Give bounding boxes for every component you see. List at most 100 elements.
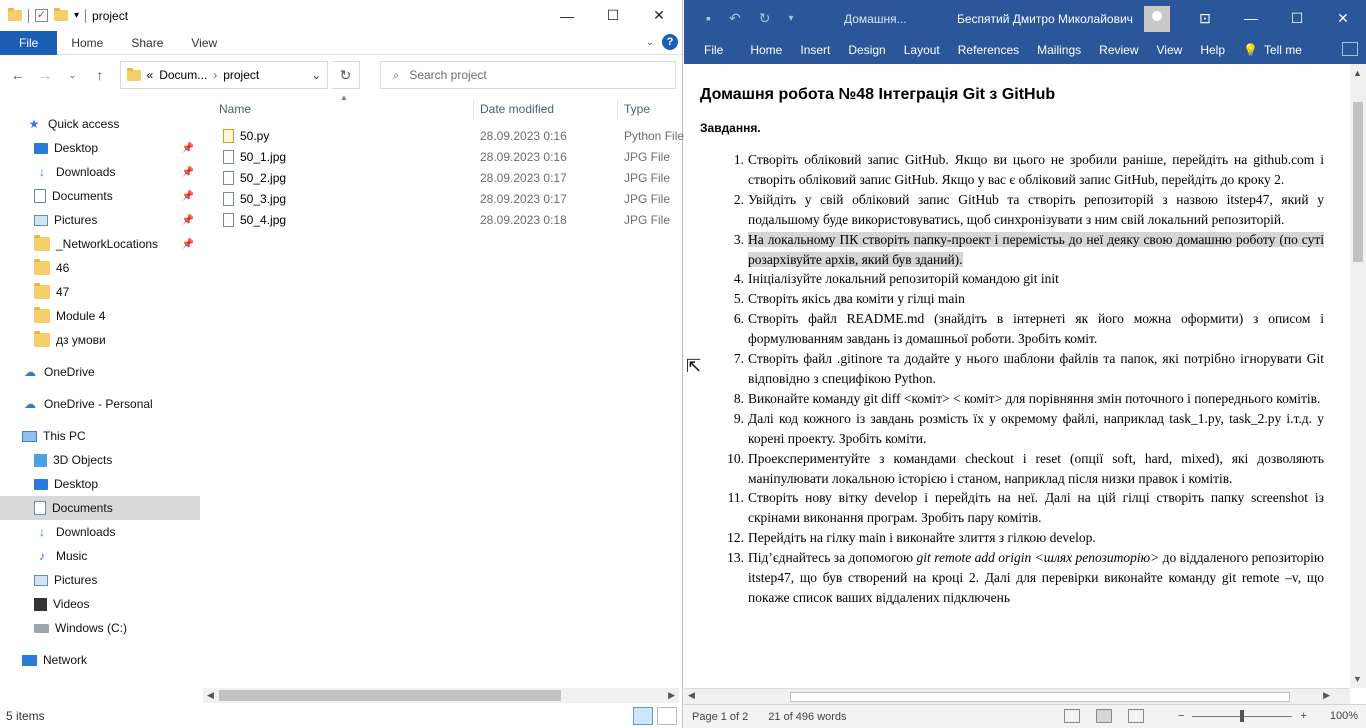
nav-item[interactable]: дз умови [0, 328, 200, 352]
scroll-thumb[interactable] [790, 692, 1290, 702]
customize-toolbar-icon[interactable]: ▾ [74, 10, 79, 21]
nav-item[interactable]: ↓ Downloads 📌 [0, 160, 200, 184]
close-button[interactable]: ✕ [636, 0, 682, 31]
file-row[interactable]: 50_1.jpg 28.09.2023 0:16 JPG File [203, 146, 683, 167]
nav-item[interactable]: ♪ Music [0, 544, 200, 568]
help-icon[interactable]: ? [662, 34, 678, 50]
minimize-button[interactable]: — [1228, 0, 1274, 36]
maximize-button[interactable]: ☐ [590, 0, 636, 31]
avatar[interactable] [1144, 6, 1170, 32]
column-divider[interactable] [617, 100, 618, 120]
zoom-in-button[interactable]: + [1300, 710, 1306, 722]
save-icon[interactable]: ▪ [706, 10, 711, 26]
tab-home[interactable]: Home [741, 43, 791, 57]
customize-qat-icon[interactable]: ▾ [788, 13, 793, 24]
column-type[interactable]: Type [624, 102, 650, 116]
properties-icon[interactable]: ✓ [35, 9, 48, 22]
tab-view[interactable]: View [177, 31, 231, 55]
tab-references[interactable]: References [949, 43, 1028, 57]
details-view-button[interactable] [633, 707, 653, 725]
nav-item[interactable]: ↓ Downloads [0, 520, 200, 544]
scroll-right-icon[interactable]: ▶ [1323, 690, 1330, 701]
nav-item[interactable]: Network [0, 648, 200, 672]
undo-icon[interactable]: ↶ [729, 10, 741, 27]
address-overflow[interactable]: « [147, 68, 154, 82]
file-row[interactable]: 50_3.jpg 28.09.2023 0:17 JPG File [203, 188, 683, 209]
nav-item[interactable]: 47 [0, 280, 200, 304]
nav-item[interactable]: Documents [0, 496, 200, 520]
nav-item[interactable]: 3D Objects [0, 448, 200, 472]
scroll-right-icon[interactable]: ▶ [668, 688, 675, 703]
tab-file[interactable]: File [684, 43, 741, 57]
large-icons-view-button[interactable] [657, 707, 677, 725]
tab-insert[interactable]: Insert [791, 43, 839, 57]
chevron-down-icon[interactable]: ⌄ [311, 68, 321, 82]
nav-item[interactable]: Pictures [0, 568, 200, 592]
nav-item[interactable]: Documents 📌 [0, 184, 200, 208]
tab-share[interactable]: Share [117, 31, 177, 55]
nav-item[interactable]: This PC [0, 424, 200, 448]
scroll-thumb[interactable] [1353, 102, 1363, 262]
web-layout-button[interactable] [1128, 709, 1144, 723]
nav-item[interactable]: _NetworkLocations 📌 [0, 232, 200, 256]
new-folder-icon[interactable] [54, 8, 68, 21]
breadcrumb-documents[interactable]: Docum... [159, 68, 207, 82]
maximize-button[interactable]: ☐ [1274, 0, 1320, 36]
breadcrumb-project[interactable]: project [223, 68, 259, 82]
nav-item[interactable]: ☁ OneDrive - Personal [0, 392, 200, 416]
horizontal-scrollbar[interactable]: ◀ ▶ [684, 688, 1350, 704]
refresh-button[interactable]: ↻ [332, 61, 360, 89]
tab-view[interactable]: View [1148, 43, 1192, 57]
nav-item[interactable]: ☁ OneDrive [0, 360, 200, 384]
nav-item[interactable]: Windows (C:) [0, 616, 200, 640]
tab-help[interactable]: Help [1191, 43, 1234, 57]
minimize-button[interactable]: — [544, 0, 590, 31]
scroll-left-icon[interactable]: ◀ [688, 690, 695, 701]
zoom-level[interactable]: 100% [1330, 710, 1358, 722]
file-row[interactable]: 50_2.jpg 28.09.2023 0:17 JPG File [203, 167, 683, 188]
word-count[interactable]: 21 of 496 words [768, 711, 846, 723]
page-count[interactable]: Page 1 of 2 [692, 711, 748, 723]
zoom-slider[interactable] [1192, 709, 1293, 722]
horizontal-scrollbar[interactable]: ◀ ▶ [203, 688, 679, 703]
read-mode-button[interactable] [1064, 709, 1080, 723]
file-row[interactable]: 50.py 28.09.2023 0:16 Python File [203, 125, 684, 146]
column-name[interactable]: Name [219, 102, 251, 116]
scroll-left-icon[interactable]: ◀ [207, 688, 214, 703]
nav-item[interactable]: Desktop 📌 [0, 136, 200, 160]
document-page[interactable]: Домашня робота №48 Інтеграція Git з GitH… [684, 64, 1350, 688]
address-bar[interactable]: « Docum... › project ⌄ [119, 61, 329, 89]
recent-locations-icon[interactable]: ⌄ [61, 63, 84, 87]
tab-layout[interactable]: Layout [895, 43, 949, 57]
ribbon-display-options-icon[interactable]: ⊡ [1182, 0, 1228, 36]
nav-item[interactable]: 46 [0, 256, 200, 280]
print-layout-button[interactable] [1096, 709, 1112, 723]
nav-item[interactable]: Module 4 [0, 304, 200, 328]
file-row[interactable]: 50_4.jpg 28.09.2023 0:18 JPG File [203, 209, 683, 230]
expand-ribbon-icon[interactable]: ⌄ [646, 37, 654, 48]
comments-icon[interactable] [1342, 42, 1358, 56]
column-date-modified[interactable]: Date modified [480, 102, 554, 116]
zoom-slider-thumb[interactable] [1240, 709, 1245, 722]
up-button[interactable]: ↑ [88, 63, 111, 87]
tab-mailings[interactable]: Mailings [1028, 43, 1090, 57]
nav-item[interactable]: Videos [0, 592, 200, 616]
nav-item[interactable]: Desktop [0, 472, 200, 496]
tell-me-search[interactable]: 💡 Tell me [1234, 43, 1311, 57]
nav-item[interactable]: Pictures 📌 [0, 208, 200, 232]
tab-review[interactable]: Review [1090, 43, 1147, 57]
scroll-down-icon[interactable]: ▼ [1353, 674, 1362, 684]
scroll-up-icon[interactable]: ▲ [1353, 68, 1362, 78]
tab-design[interactable]: Design [839, 43, 894, 57]
column-divider[interactable] [473, 100, 474, 120]
tab-file[interactable]: File [0, 30, 58, 55]
tab-home[interactable]: Home [57, 31, 117, 55]
nav-item[interactable]: ★ Quick access [0, 112, 200, 136]
forward-button[interactable]: → [33, 63, 56, 87]
scroll-thumb[interactable] [219, 690, 561, 701]
redo-icon[interactable]: ↻ [759, 10, 771, 27]
user-name[interactable]: Беспятий Дмитро Миколайович [957, 12, 1133, 26]
back-button[interactable]: ← [6, 63, 29, 87]
close-button[interactable]: ✕ [1320, 0, 1366, 36]
vertical-scrollbar[interactable]: ▲ ▼ [1350, 64, 1366, 688]
